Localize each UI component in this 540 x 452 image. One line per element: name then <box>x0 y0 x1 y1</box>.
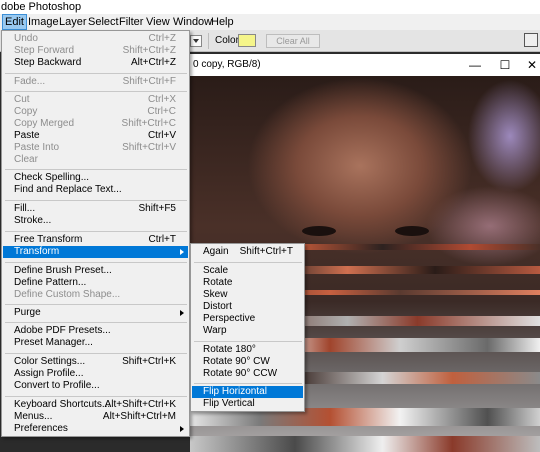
menu-divider <box>5 322 187 323</box>
color-swatch[interactable] <box>238 34 256 47</box>
menu-divider <box>5 169 187 170</box>
submenu-arrow-icon <box>180 249 184 255</box>
menu-item-copy-merged[interactable]: Copy Merged Shift+Ctrl+C <box>3 118 188 130</box>
menu-item-fade[interactable]: Fade... Shift+Ctrl+F <box>3 76 188 88</box>
minimize-button[interactable]: — <box>467 57 483 73</box>
menu-item-step-backward[interactable]: Step Backward Alt+Ctrl+Z <box>3 57 188 69</box>
app-title-bar: dobe Photoshop <box>0 0 540 14</box>
submenu-item-rotate-180[interactable]: Rotate 180° <box>192 344 303 356</box>
menu-item-fill[interactable]: Fill... Shift+F5 <box>3 203 188 215</box>
menu-item-check-spelling[interactable]: Check Spelling... <box>3 172 188 184</box>
menu-image[interactable]: Image <box>28 14 59 30</box>
menu-divider <box>5 91 187 92</box>
menu-divider <box>5 304 187 305</box>
menu-view[interactable]: View <box>146 14 170 30</box>
menu-item-find-replace[interactable]: Find and Replace Text... <box>3 184 188 196</box>
menu-item-color-settings[interactable]: Color Settings... Shift+Ctrl+K <box>3 356 188 368</box>
document-title-bar: 0 copy, RGB/8) — ☐ ✕ <box>190 54 540 76</box>
menu-item-free-transform[interactable]: Free Transform Ctrl+T <box>3 234 188 246</box>
menu-item-define-custom-shape[interactable]: Define Custom Shape... <box>3 289 188 301</box>
menu-select[interactable]: Select <box>88 14 119 30</box>
menu-divider <box>5 73 187 74</box>
submenu-item-distort[interactable]: Distort <box>192 301 303 313</box>
menu-item-adobe-pdf-presets[interactable]: Adobe PDF Presets... <box>3 325 188 337</box>
menu-item-stroke[interactable]: Stroke... <box>3 215 188 227</box>
menu-divider <box>5 200 187 201</box>
menu-divider <box>194 383 302 384</box>
menu-item-clear[interactable]: Clear <box>3 154 188 166</box>
canvas-detail <box>395 226 429 236</box>
menu-divider <box>5 262 187 263</box>
menu-item-transform[interactable]: Transform <box>3 246 188 258</box>
submenu-item-flip-vertical[interactable]: Flip Vertical <box>192 398 303 410</box>
menu-layer[interactable]: Layer <box>59 14 87 30</box>
submenu-arrow-icon <box>180 310 184 316</box>
menu-divider <box>5 396 187 397</box>
menu-item-copy[interactable]: Copy Ctrl+C <box>3 106 188 118</box>
menu-item-step-forward[interactable]: Step Forward Shift+Ctrl+Z <box>3 45 188 57</box>
divider <box>208 33 209 49</box>
menu-item-convert-profile[interactable]: Convert to Profile... <box>3 380 188 392</box>
submenu-item-rotate-90-cw[interactable]: Rotate 90° CW <box>192 356 303 368</box>
submenu-item-flip-horizontal[interactable]: Flip Horizontal <box>192 386 303 398</box>
document-title: 0 copy, RGB/8) <box>193 59 261 70</box>
transform-submenu: Again Shift+Ctrl+T Scale Rotate Skew Dist… <box>190 243 305 412</box>
menu-item-preferences[interactable]: Preferences <box>3 423 188 435</box>
menu-divider <box>194 262 302 263</box>
glitch-band <box>190 436 540 452</box>
clear-all-button[interactable]: Clear All <box>266 34 320 48</box>
menu-item-menus[interactable]: Menus... Alt+Shift+Ctrl+M <box>3 411 188 423</box>
submenu-item-scale[interactable]: Scale <box>192 265 303 277</box>
menu-item-paste[interactable]: Paste Ctrl+V <box>3 130 188 142</box>
submenu-arrow-icon <box>180 426 184 432</box>
menu-item-paste-into[interactable]: Paste Into Shift+Ctrl+V <box>3 142 188 154</box>
submenu-item-perspective[interactable]: Perspective <box>192 313 303 325</box>
submenu-item-rotate-90-ccw[interactable]: Rotate 90° CCW <box>192 368 303 380</box>
menu-item-assign-profile[interactable]: Assign Profile... <box>3 368 188 380</box>
menu-divider <box>194 341 302 342</box>
menu-edit[interactable]: Edit <box>2 14 27 30</box>
edit-menu: Undo Ctrl+Z Step Forward Shift+Ctrl+Z Step… <box>1 30 190 437</box>
menu-bar: Edit Image Layer Select Filter View Wind… <box>0 14 540 30</box>
submenu-item-again[interactable]: Again Shift+Ctrl+T <box>192 246 303 258</box>
menu-divider <box>5 353 187 354</box>
menu-item-cut[interactable]: Cut Ctrl+X <box>3 94 188 106</box>
submenu-item-skew[interactable]: Skew <box>192 289 303 301</box>
panel-icon[interactable] <box>524 33 538 47</box>
app-title: dobe Photoshop <box>1 1 82 13</box>
menu-window[interactable]: Window <box>173 14 212 30</box>
menu-item-define-brush[interactable]: Define Brush Preset... <box>3 265 188 277</box>
close-button[interactable]: ✕ <box>524 57 540 73</box>
menu-item-undo[interactable]: Undo Ctrl+Z <box>3 33 188 45</box>
submenu-item-rotate[interactable]: Rotate <box>192 277 303 289</box>
maximize-button[interactable]: ☐ <box>497 57 513 73</box>
canvas-detail <box>302 226 336 236</box>
submenu-item-warp[interactable]: Warp <box>192 325 303 337</box>
menu-item-purge[interactable]: Purge <box>3 307 188 319</box>
menu-item-keyboard-shortcuts[interactable]: Keyboard Shortcuts... Alt+Shift+Ctrl+K <box>3 399 188 411</box>
menu-item-preset-manager[interactable]: Preset Manager... <box>3 337 188 349</box>
options-dropdown[interactable] <box>190 35 202 47</box>
menu-item-define-pattern[interactable]: Define Pattern... <box>3 277 188 289</box>
menu-filter[interactable]: Filter <box>119 14 143 30</box>
menu-help[interactable]: Help <box>211 14 234 30</box>
menu-divider <box>5 231 187 232</box>
